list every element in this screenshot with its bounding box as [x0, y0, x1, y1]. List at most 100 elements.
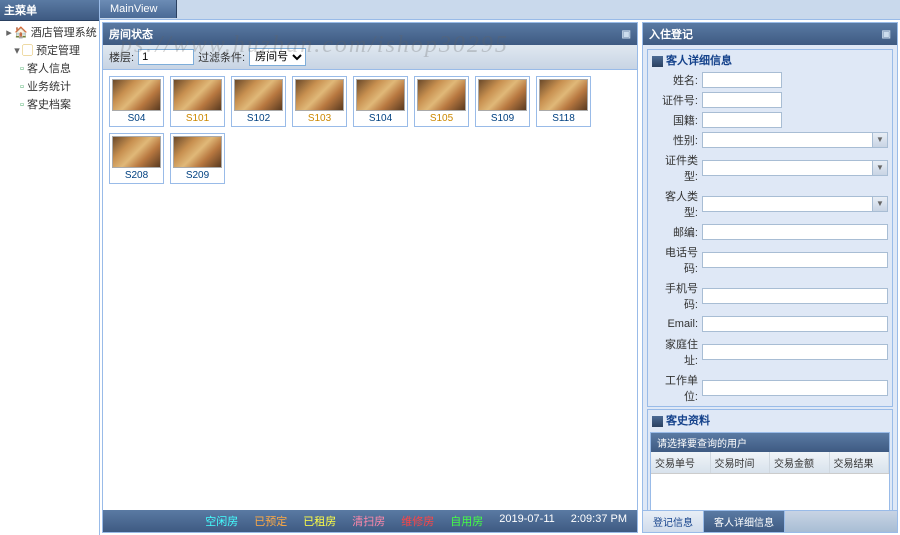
history-fieldset: 客史资料 请选择要查询的用户 交易单号 交易时间 交易金额 交易结果: [647, 409, 893, 510]
disk-icon: [652, 416, 663, 427]
room-image: [417, 79, 466, 111]
room-number: S118: [539, 111, 588, 124]
floor-label: 楼层:: [109, 49, 134, 65]
tree-item-1[interactable]: ▫ 业务统计: [2, 77, 97, 95]
filter-select[interactable]: 房间号: [249, 48, 306, 66]
history-panel: 请选择要查询的用户 交易单号 交易时间 交易金额 交易结果 ⏮: [650, 432, 890, 510]
status-date: 2019-07-11: [495, 513, 558, 529]
tree-root[interactable]: ▸🏠 酒店管理系统: [2, 23, 97, 41]
room-card[interactable]: S105: [414, 76, 469, 127]
collapse-icon[interactable]: ▣: [622, 29, 631, 40]
room-image: [234, 79, 283, 111]
legend-repair: 维修房: [397, 513, 438, 529]
legend-self: 自用房: [446, 513, 487, 529]
label-home: 家庭住址:: [652, 336, 702, 368]
tree-group[interactable]: ▾▢ 预定管理: [2, 41, 97, 59]
input-gtype[interactable]: [702, 196, 872, 212]
input-idno[interactable]: [702, 92, 782, 108]
label-email: Email:: [652, 318, 702, 330]
room-card[interactable]: S102: [231, 76, 286, 127]
left-nav: 主菜单 ▸🏠 酒店管理系统 ▾▢ 预定管理 ▫ 客人信息 ▫ 业务统计 ▫ 客史…: [0, 0, 100, 535]
input-home[interactable]: [702, 344, 888, 360]
grid-header: 交易单号 交易时间 交易金额 交易结果: [651, 452, 889, 474]
gender-trigger-icon[interactable]: ▼: [872, 132, 888, 148]
col-amount[interactable]: 交易金额: [770, 452, 830, 473]
label-mobile: 手机号码:: [652, 280, 702, 312]
nav-title: 主菜单: [0, 0, 99, 21]
checkin-title: 入住登记: [649, 26, 693, 42]
room-image: [173, 79, 222, 111]
label-post: 邮编:: [652, 224, 702, 240]
status-time: 2:09:37 PM: [567, 513, 631, 529]
tabbar: MainView: [100, 0, 900, 20]
col-result[interactable]: 交易结果: [830, 452, 890, 473]
room-card[interactable]: S104: [353, 76, 408, 127]
history-title: 客史资料: [648, 410, 892, 430]
room-number: S109: [478, 111, 527, 124]
floor-input[interactable]: [138, 49, 194, 65]
room-number: S105: [417, 111, 466, 124]
room-image: [539, 79, 588, 111]
guest-detail-title: 客人详细信息: [648, 50, 892, 70]
tree-root-label: 酒店管理系统: [31, 27, 97, 39]
room-card[interactable]: S101: [170, 76, 225, 127]
input-gender[interactable]: [702, 132, 872, 148]
nav-tree: ▸🏠 酒店管理系统 ▾▢ 预定管理 ▫ 客人信息 ▫ 业务统计 ▫ 客史档案: [0, 21, 99, 115]
checkin-panel: 入住登记 ▣ 客人详细信息 姓名: 证件号: 国籍: 性别:▼ 证件类型:▼ 客…: [642, 22, 898, 533]
tree-item-2[interactable]: ▫ 客史档案: [2, 95, 97, 113]
room-card[interactable]: S118: [536, 76, 591, 127]
room-image: [112, 136, 161, 168]
legend-free: 空闲房: [201, 513, 242, 529]
legend-cleaning: 清扫房: [348, 513, 389, 529]
room-grid: S04S101 S102 S103 S104 S105 S109 S118 S208S209: [103, 70, 637, 510]
btab-detail[interactable]: 客人详细信息: [704, 511, 785, 532]
disk-icon: [652, 56, 663, 67]
input-mobile[interactable]: [702, 288, 888, 304]
label-idno: 证件号:: [652, 92, 702, 108]
tree-item-0[interactable]: ▫ 客人信息: [2, 59, 97, 77]
room-card[interactable]: S109: [475, 76, 530, 127]
room-image: [173, 136, 222, 168]
col-orderno[interactable]: 交易单号: [651, 452, 711, 473]
room-card[interactable]: S103: [292, 76, 347, 127]
input-name[interactable]: [702, 72, 782, 88]
label-phone: 电话号码:: [652, 244, 702, 276]
room-number: S104: [356, 111, 405, 124]
input-post[interactable]: [702, 224, 888, 240]
input-nation[interactable]: [702, 112, 782, 128]
history-grid: 交易单号 交易时间 交易金额 交易结果 ⏮ ◀ 页: [651, 452, 889, 510]
room-number: S102: [234, 111, 283, 124]
legend-rented: 已租房: [299, 513, 340, 529]
room-image: [295, 79, 344, 111]
label-gender: 性别:: [652, 132, 702, 148]
btab-register[interactable]: 登记信息: [643, 511, 704, 532]
room-image: [478, 79, 527, 111]
checkin-header: 入住登记 ▣: [643, 23, 897, 45]
label-name: 姓名:: [652, 72, 702, 88]
content: 房间状态 ▣ 楼层: 过滤条件: 房间号 S04S101S102S103S104…: [100, 20, 900, 535]
tab-label: MainView: [110, 3, 158, 15]
col-time[interactable]: 交易时间: [711, 452, 771, 473]
room-card[interactable]: S208: [109, 133, 164, 184]
label-idtype: 证件类型:: [652, 152, 702, 184]
input-idtype[interactable]: [702, 160, 872, 176]
room-image: [356, 79, 405, 111]
bottom-tabs: 登记信息 客人详细信息: [643, 510, 897, 532]
input-work[interactable]: [702, 380, 888, 396]
checkin-collapse-icon[interactable]: ▣: [882, 29, 891, 40]
input-email[interactable]: [702, 316, 888, 332]
room-panel-title: 房间状态: [109, 26, 153, 42]
input-phone[interactable]: [702, 252, 888, 268]
idtype-trigger-icon[interactable]: ▼: [872, 160, 888, 176]
history-prompt: 请选择要查询的用户: [651, 433, 889, 452]
room-card[interactable]: S04: [109, 76, 164, 127]
tree-item-0-label: 客人信息: [27, 63, 71, 75]
guest-detail-fieldset: 客人详细信息 姓名: 证件号: 国籍: 性别:▼ 证件类型:▼ 客人类型:▼ 邮…: [647, 49, 893, 407]
grid-body: [651, 474, 889, 510]
tree-item-1-label: 业务统计: [27, 81, 71, 93]
tab-mainview[interactable]: MainView: [100, 0, 177, 18]
gtype-trigger-icon[interactable]: ▼: [872, 196, 888, 212]
room-number: S103: [295, 111, 344, 124]
room-card[interactable]: S209: [170, 133, 225, 184]
room-status-bar: 空闲房 已预定 已租房 清扫房 维修房 自用房 2019-07-11 2:09:…: [103, 510, 637, 532]
